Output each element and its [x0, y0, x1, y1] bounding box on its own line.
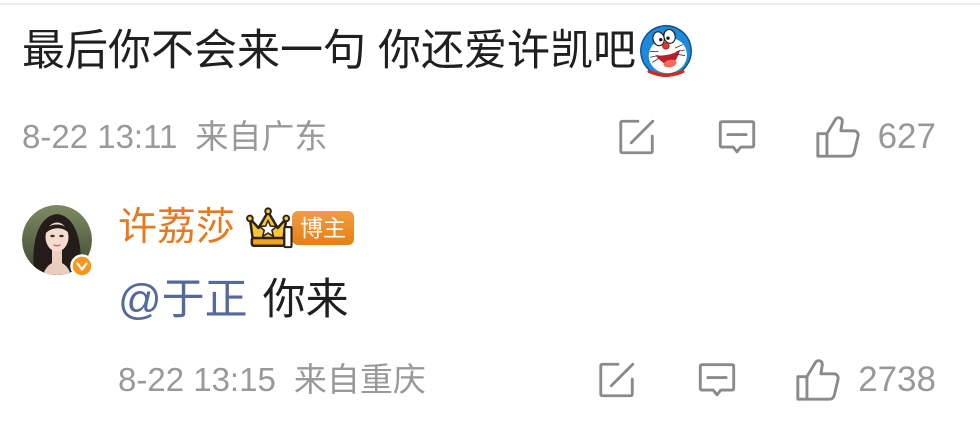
- author-name[interactable]: 许荔莎: [118, 205, 235, 251]
- comment-location: 来自广东: [195, 118, 328, 155]
- comment-text: 最后你不会来一句 你还爱许凯吧: [22, 27, 636, 75]
- like-icon[interactable]: [794, 357, 840, 403]
- like-button[interactable]: 627: [814, 114, 936, 160]
- repost-button[interactable]: [596, 359, 638, 401]
- comment-meta: 8-22 13:15 来自重庆 2738: [118, 356, 936, 404]
- comment-actions: 2738: [596, 357, 936, 403]
- comment-text: 你来: [262, 276, 349, 324]
- comment-icon[interactable]: [696, 359, 738, 401]
- like-count[interactable]: 2738: [858, 360, 936, 400]
- blogger-badge: 博主: [292, 211, 354, 245]
- comment-meta-info: 8-22 13:11 来自广东: [22, 117, 327, 157]
- like-icon[interactable]: [814, 114, 860, 160]
- comment-meta: 8-22 13:11 来自广东 627: [22, 113, 936, 161]
- reply-button[interactable]: [696, 359, 738, 401]
- crown-icon: [246, 207, 293, 249]
- doraemon-emoji-icon: [640, 25, 692, 77]
- like-count[interactable]: 627: [878, 117, 936, 157]
- comment-list: 最后你不会来一句 你还爱许凯吧 8-22 13:11 来自广东 627 许荔莎 …: [0, 0, 980, 424]
- comment-header: 许荔莎 博主: [118, 204, 354, 252]
- comment-date: 8-22 13:11: [22, 118, 178, 155]
- comment-meta-info: 8-22 13:15 来自重庆: [118, 360, 426, 400]
- comment-location: 来自重庆: [293, 361, 426, 398]
- reply-button[interactable]: [716, 116, 758, 158]
- comment-date: 8-22 13:15: [118, 361, 276, 398]
- top-divider: [0, 3, 980, 5]
- verified-badge-icon: [70, 254, 94, 278]
- repost-icon[interactable]: [596, 359, 638, 401]
- like-button[interactable]: 2738: [794, 357, 936, 403]
- repost-icon[interactable]: [616, 116, 658, 158]
- repost-button[interactable]: [616, 116, 658, 158]
- mention-link[interactable]: @于正: [118, 275, 248, 325]
- comment-body: 最后你不会来一句 你还爱许凯吧: [22, 22, 694, 80]
- comment-icon[interactable]: [716, 116, 758, 158]
- comment-actions: 627: [616, 114, 936, 160]
- comment-body: @于正 你来: [118, 275, 349, 325]
